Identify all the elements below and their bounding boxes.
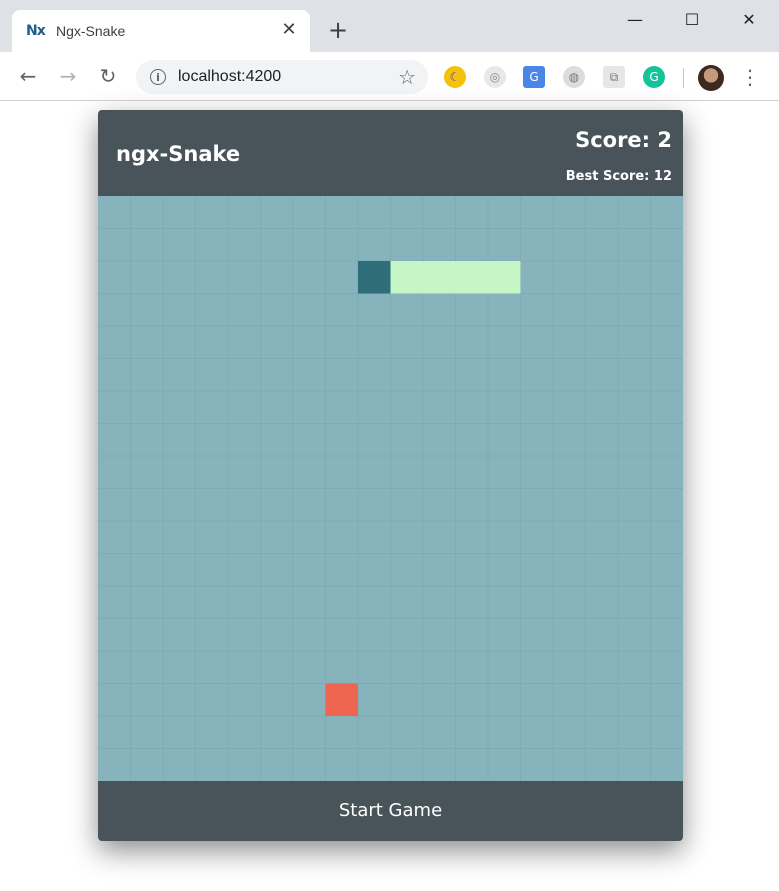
reload-icon[interactable]: ↻ [94, 62, 122, 90]
window-close-icon[interactable]: ✕ [726, 6, 772, 34]
new-tab-icon[interactable]: + [326, 18, 350, 42]
address-bar[interactable]: i localhost:4200 ☆ [136, 60, 428, 94]
info-icon[interactable]: i [150, 69, 166, 85]
maximize-icon[interactable]: ☐ [669, 6, 715, 34]
back-icon[interactable]: ← [14, 62, 42, 90]
game-card: ngx-Snake Score: 2 Best Score: 12 Start … [98, 110, 683, 841]
start-game-button[interactable]: Start Game [98, 781, 683, 841]
game-footer: Start Game [98, 781, 683, 841]
star-icon[interactable]: ☆ [398, 65, 416, 89]
browser-titlebar: Nx Ngx-Snake ✕ + — ☐ ✕ [0, 0, 779, 52]
game-board[interactable] [98, 196, 683, 781]
best-score-display: Best Score: 12 [565, 169, 672, 184]
minimize-icon[interactable]: — [612, 6, 658, 34]
translate-extension-icon[interactable]: G [523, 66, 545, 88]
profile-avatar[interactable] [698, 65, 724, 91]
fruit [325, 683, 358, 716]
night-mode-extension-icon[interactable]: ☾ [444, 66, 466, 88]
forward-icon[interactable]: → [54, 62, 82, 90]
app-favicon-icon: Nx [26, 23, 46, 39]
browser-toolbar: ← → ↻ i localhost:4200 ☆ ☾ ◎ G ◍ ⧉ G ⋮ [0, 52, 779, 101]
score-display: Score: 2 [575, 128, 672, 152]
browser-tab[interactable]: Nx Ngx-Snake ✕ [12, 10, 310, 52]
snake-head [358, 261, 391, 294]
snake-body-segment [455, 261, 488, 294]
menu-icon[interactable]: ⋮ [740, 64, 760, 90]
close-tab-icon[interactable]: ✕ [278, 19, 300, 41]
snake-body-segment [390, 261, 423, 294]
url-text: localhost:4200 [178, 68, 282, 85]
grammarly-extension-icon[interactable]: G [643, 66, 665, 88]
cast-extension-icon[interactable]: ⧉ [603, 66, 625, 88]
toolbar-divider [683, 68, 684, 88]
tab-title: Ngx-Snake [56, 23, 126, 39]
game-header: ngx-Snake Score: 2 Best Score: 12 [98, 110, 683, 196]
globe-extension-icon[interactable]: ◍ [563, 66, 585, 88]
snake-body-segment [423, 261, 456, 294]
snake-body-segment [488, 261, 521, 294]
board-grid [98, 196, 683, 781]
target-extension-icon[interactable]: ◎ [484, 66, 506, 88]
game-title: ngx-Snake [116, 142, 241, 166]
